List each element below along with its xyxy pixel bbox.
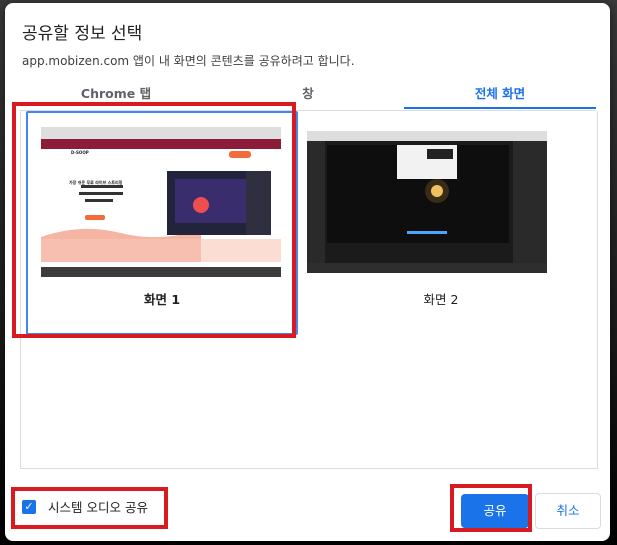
screen-2-label: 화면 2 [423, 292, 459, 307]
screen-2-thumbnail [307, 131, 547, 273]
cancel-button[interactable]: 취소 [535, 493, 601, 529]
screen-option-2[interactable]: 화면 2 [307, 113, 575, 333]
tab-entire-screen[interactable]: 전체 화면 [404, 81, 596, 111]
highlight-audio-checkbox [11, 487, 168, 529]
dialog-title: 공유할 정보 선택 [22, 24, 143, 44]
dialog-subtitle: app.mobizen.com 앱이 내 화면의 콘텐츠를 공유하려고 합니다. [22, 54, 355, 68]
highlight-screen-1 [12, 102, 296, 338]
highlight-share-button [450, 484, 532, 532]
